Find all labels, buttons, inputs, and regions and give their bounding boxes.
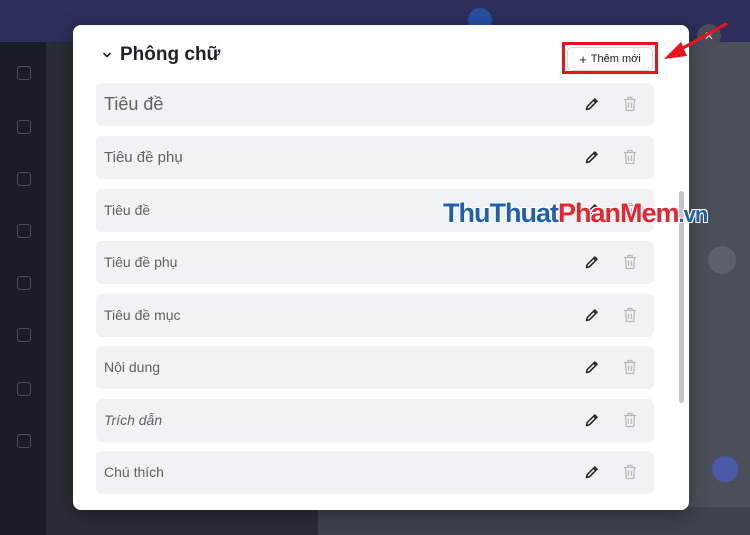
font-style-row[interactable]: Nội dung: [96, 346, 654, 389]
trash-icon: [624, 359, 636, 375]
font-style-label: Tiêu đề: [104, 94, 164, 114]
background-sidebar: [0, 42, 46, 535]
background-sidebar-item: [0, 166, 46, 206]
pencil-icon[interactable]: [584, 464, 600, 480]
trash-icon: [624, 254, 636, 270]
watermark-part: PhanMem: [557, 198, 680, 228]
trash-icon: [624, 149, 636, 165]
font-style-row[interactable]: Tiêu đề mục: [96, 294, 654, 337]
pencil-icon[interactable]: [584, 359, 600, 375]
background-round-button: [712, 456, 738, 482]
highlight-box: [562, 42, 658, 74]
font-styles-modal: Phông chữ + Thêm mới Tiêu đề Tiêu đề phụ…: [73, 25, 689, 510]
pencil-icon[interactable]: [584, 412, 600, 428]
background-round-button: [708, 246, 736, 274]
font-style-row[interactable]: Trích dẫn: [96, 399, 654, 442]
background-sidebar-item: [0, 322, 46, 362]
background-sidebar-item: [0, 428, 46, 468]
font-style-label: Tiêu đề phụ: [104, 149, 183, 166]
watermark-logo: ThuThuatPhanMem.vn: [443, 198, 709, 229]
font-style-row[interactable]: Tiêu đề phụ: [96, 136, 654, 179]
font-style-label: Tiêu đề phụ: [104, 254, 178, 270]
font-style-row[interactable]: Tiêu đề: [96, 83, 654, 126]
page-title: Phông chữ: [120, 44, 221, 65]
watermark-part: ThuThuat: [443, 198, 559, 228]
font-style-label: Tiêu đề mục: [104, 307, 181, 323]
chevron-down-icon[interactable]: [101, 49, 113, 61]
pencil-icon[interactable]: [584, 96, 600, 112]
trash-icon: [624, 96, 636, 112]
background-sidebar-item: [0, 376, 46, 416]
font-style-row[interactable]: Chú thích: [96, 451, 654, 494]
pencil-icon[interactable]: [584, 254, 600, 270]
trash-icon: [624, 307, 636, 323]
font-style-label: Tiêu đề: [104, 202, 151, 218]
font-style-label: Chú thích: [104, 464, 164, 480]
font-style-row[interactable]: Tiêu đề phụ: [96, 241, 654, 284]
modal-header: Phông chữ + Thêm mới: [73, 25, 689, 85]
font-style-label: Trích dẫn: [104, 412, 163, 428]
trash-icon: [624, 412, 636, 428]
pencil-icon[interactable]: [584, 149, 600, 165]
background-sidebar-item: [0, 114, 46, 154]
annotation-arrow-icon: [664, 22, 728, 59]
watermark-part: .vn: [678, 202, 709, 227]
background-sidebar-item: [0, 270, 46, 310]
background-sidebar-item: [0, 218, 46, 258]
background-sidebar-item: [0, 60, 46, 100]
pencil-icon[interactable]: [584, 307, 600, 323]
font-style-label: Nội dung: [104, 359, 161, 375]
background-bottom-bar: [318, 507, 750, 535]
trash-icon: [624, 464, 636, 480]
